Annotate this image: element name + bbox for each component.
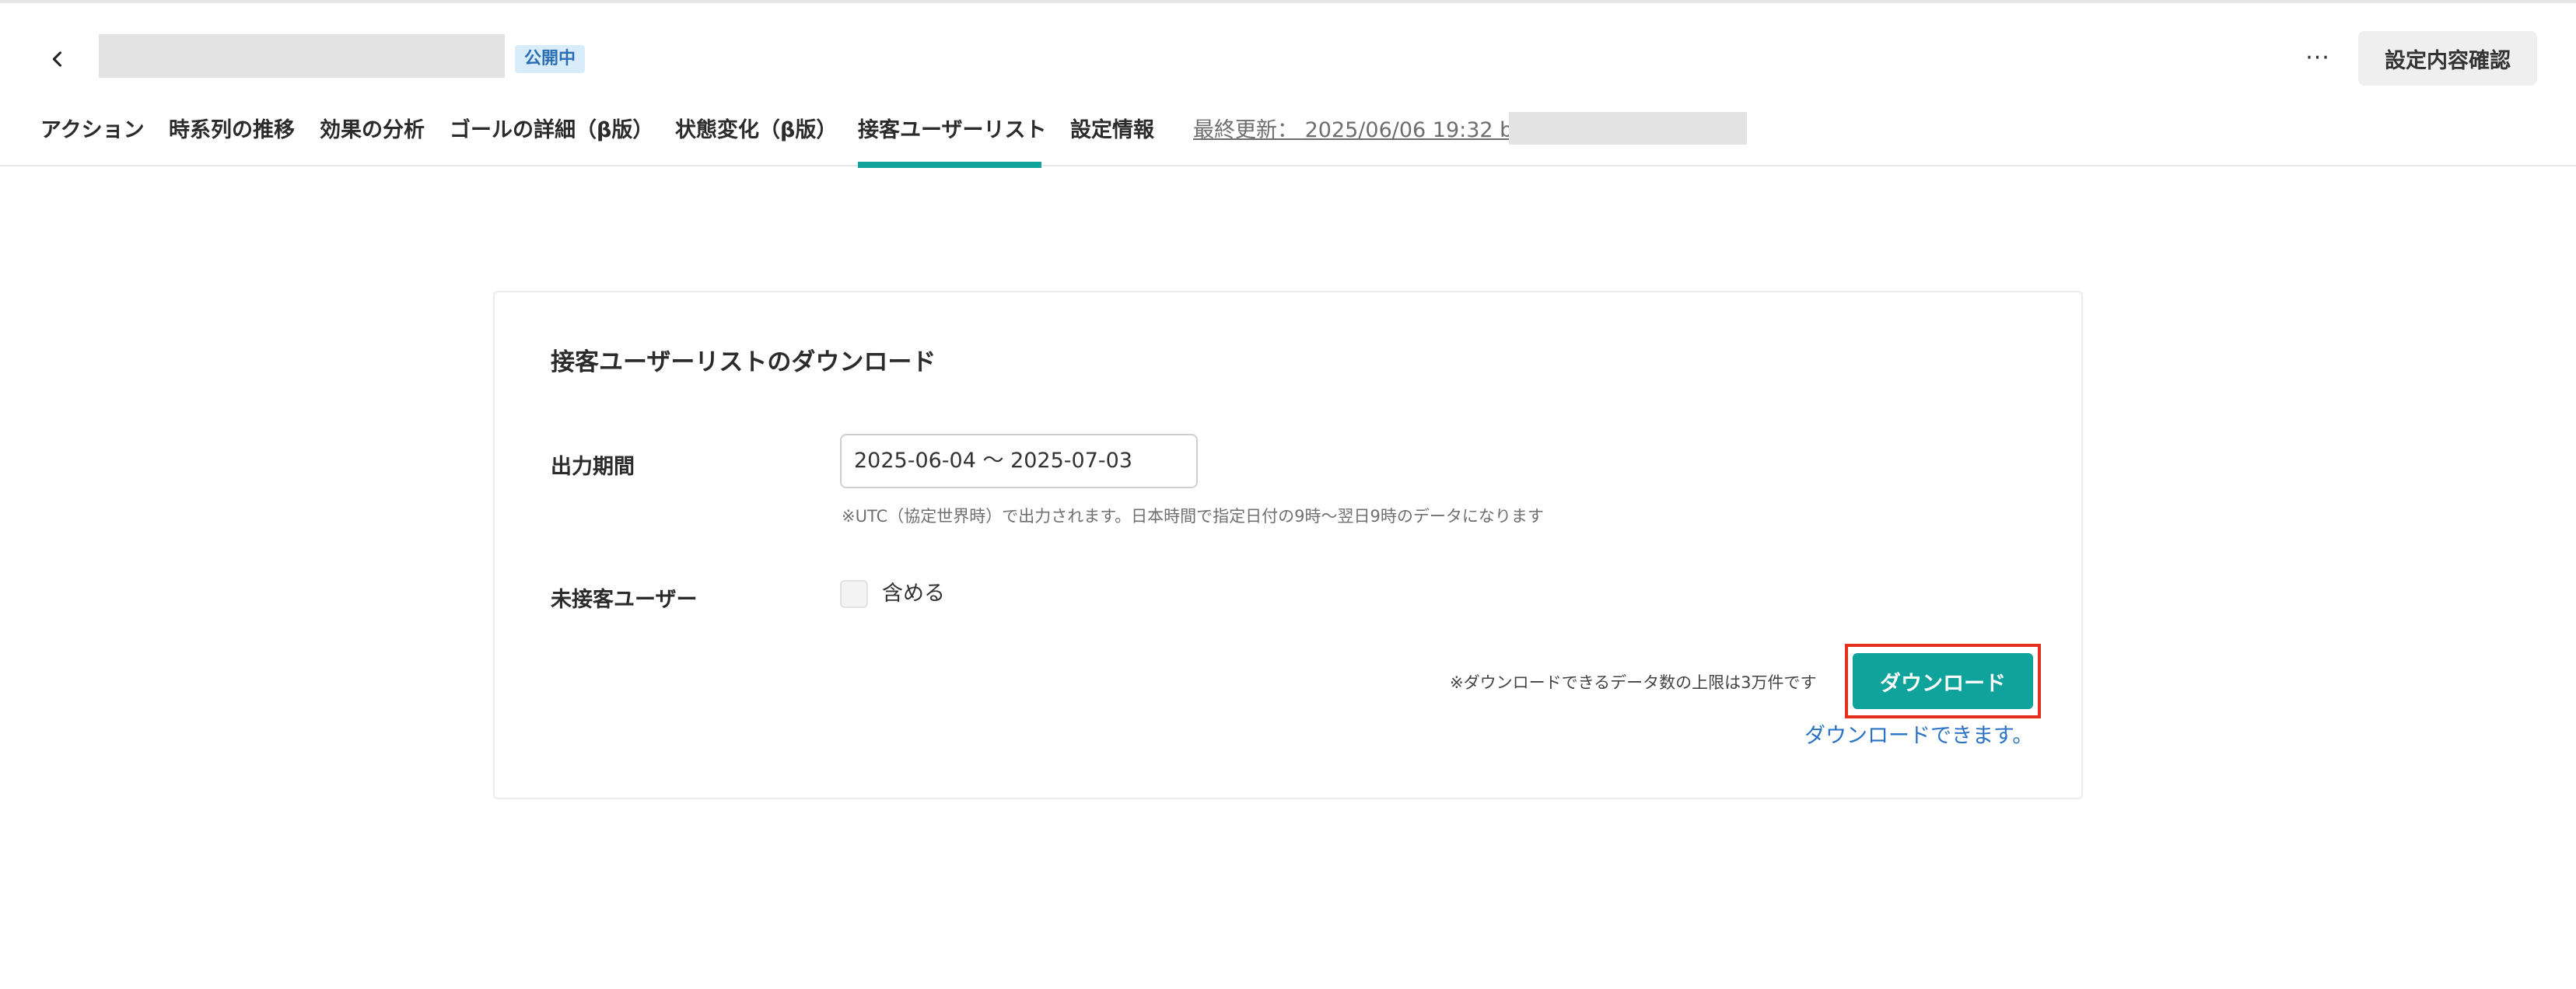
status-badge: 公開中 [515,45,586,73]
tab-goal-detail[interactable]: ゴールの詳細（β版） [450,109,653,168]
download-status-text: ダウンロードできます。 [1804,724,2034,748]
download-limit-note: ※ダウンロードできるデータ数の上限は3万件です [1450,673,1817,692]
card-title: 接客ユーザーリストのダウンロード [551,348,936,376]
include-checkbox-label[interactable]: 含める [882,580,945,608]
unserved-users-label: 未接客ユーザー [551,588,698,612]
tab-served-user-list[interactable]: 接客ユーザーリスト [858,109,1046,168]
updater-name-redacted [1509,112,1747,145]
chevron-left-icon [52,51,62,67]
more-horizontal-icon: ··· [2305,44,2330,72]
download-button[interactable]: ダウンロード [1853,653,2033,709]
download-button-highlight: ダウンロード [1845,644,2041,718]
tab-settings-info[interactable]: 設定情報 [1070,109,1154,168]
include-checkbox[interactable] [840,580,868,608]
tab-state-change[interactable]: 状態変化（β版） [675,109,837,168]
back-button[interactable] [40,42,75,76]
page-title-redacted [99,34,505,78]
last-updated-link[interactable]: 最終更新： 2025/06/06 19:32 by [1193,109,1525,152]
download-card: 接客ユーザーリストのダウンロード 出力期間 2025-06-04 〜 2025-… [493,291,2083,799]
page-header: 公開中 ··· 設定内容確認 アクション 時系列の推移 効果の分析 ゴールの詳細… [0,3,2576,168]
more-options-button[interactable]: ··· [2299,39,2336,76]
period-label: 出力期間 [551,455,635,479]
tab-timeseries[interactable]: 時系列の推移 [169,109,295,168]
tab-effect-analysis[interactable]: 効果の分析 [320,109,425,168]
utc-note: ※UTC（協定世界時）で出力されます。日本時間で指定日付の9時〜翌日9時のデータ… [842,507,1544,526]
tab-action[interactable]: アクション [40,109,145,168]
confirm-settings-button[interactable]: 設定内容確認 [2358,31,2537,86]
date-range-input[interactable]: 2025-06-04 〜 2025-07-03 [840,434,1198,488]
